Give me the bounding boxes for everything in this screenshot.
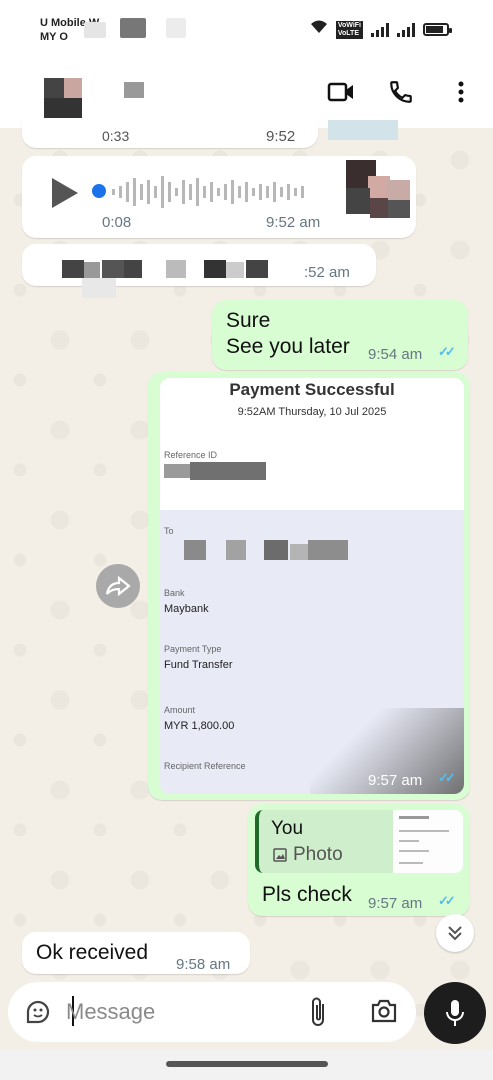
quoted-type: Photo — [293, 844, 343, 865]
bank-label: Bank — [164, 588, 185, 598]
chevron-double-down-icon — [448, 926, 462, 941]
signal-icon — [397, 22, 415, 37]
mic-icon — [446, 1000, 464, 1026]
text-blur — [84, 262, 100, 278]
text-blur — [62, 260, 84, 278]
home-gesture-pill[interactable] — [166, 1061, 328, 1067]
amount-value: MYR 1,800.00 — [164, 720, 235, 732]
read-ticks-icon: ✓✓ — [438, 893, 456, 908]
battery-icon — [423, 23, 452, 36]
wifi-icon — [310, 20, 328, 39]
quoted-author: You — [271, 818, 304, 839]
receipt-datetime: 9:52AM Thursday, 10 Jul 2025 — [237, 406, 387, 418]
video-call-button[interactable] — [325, 76, 357, 108]
message-input[interactable] — [66, 996, 286, 1028]
payment-type-label: Payment Type — [164, 644, 222, 654]
quoted-thumbnail — [393, 810, 463, 873]
recipient-blur — [290, 544, 310, 560]
voice-sender-avatar — [346, 160, 414, 222]
status-blur — [166, 18, 186, 38]
video-camera-icon — [327, 82, 353, 102]
read-ticks-icon: ✓✓ — [438, 344, 456, 359]
to-label: To — [164, 526, 174, 536]
message-text: Pls check — [262, 883, 352, 906]
bank-value: Maybank — [164, 603, 209, 615]
contact-name-blur[interactable] — [124, 82, 144, 98]
message-composer — [8, 982, 416, 1042]
read-ticks-icon: ✓✓ — [438, 770, 456, 785]
text-blur — [166, 260, 186, 278]
reference-label: Reference ID — [164, 450, 218, 460]
more-vertical-icon — [458, 81, 464, 103]
text-blur — [124, 260, 142, 278]
vowifi-badge: VoWiFi VoLTE — [335, 20, 363, 39]
attach-button[interactable] — [308, 996, 330, 1033]
message-time: 9:57 am — [368, 895, 423, 912]
header-actions — [325, 76, 477, 108]
message-time: 9:52 — [266, 128, 296, 145]
message-time: 9:54 am — [368, 346, 423, 363]
text-blur — [226, 262, 244, 278]
message-time: 9:57 am — [368, 772, 423, 789]
message-time: 9:52 am — [266, 214, 321, 231]
recipient-blur — [184, 540, 206, 560]
message-time: :52 am — [304, 264, 350, 281]
amount-label: Amount — [164, 705, 196, 715]
sticker-button[interactable] — [24, 998, 52, 1031]
sticker-icon — [26, 1000, 50, 1024]
message-bubble-partial[interactable]: 0:33 9:52 — [22, 118, 318, 148]
camera-icon — [371, 999, 397, 1023]
text-blur — [82, 278, 116, 298]
avatar-blur — [64, 78, 82, 98]
message-text-line-1: Sure — [226, 309, 271, 332]
forward-button[interactable] — [96, 564, 140, 608]
voice-progress-handle[interactable] — [92, 184, 106, 198]
status-blur — [84, 22, 106, 38]
recipient-blur — [264, 540, 288, 560]
signal-icon — [371, 22, 389, 37]
voice-record-button[interactable] — [424, 982, 486, 1044]
phone-icon — [390, 81, 412, 103]
recipient-blur — [308, 540, 348, 560]
voice-duration: 0:08 — [102, 214, 132, 231]
recipient-blur — [226, 540, 246, 560]
scroll-to-bottom-button[interactable] — [436, 914, 474, 952]
text-blur — [246, 260, 268, 278]
status-blur — [120, 18, 146, 38]
message-bubble-sure[interactable]: Sure See you later 9:54 am ✓✓ — [212, 300, 468, 370]
payment-type-value: Fund Transfer — [164, 659, 233, 671]
paperclip-icon — [312, 997, 324, 1026]
forward-icon — [105, 576, 131, 596]
message-time: 9:58 am — [176, 956, 231, 973]
waveform[interactable] — [112, 174, 312, 210]
message-text: Ok received — [36, 941, 149, 964]
more-options-button[interactable] — [445, 76, 477, 108]
avatar-blur — [44, 98, 82, 118]
status-bar: U Mobile W MY O VoWiFi VoLTE — [0, 0, 493, 56]
reference-blur — [190, 462, 266, 480]
volte-text: VoLTE — [337, 29, 359, 37]
quoted-message[interactable]: You Photo — [255, 810, 463, 873]
message-bubble-redacted[interactable]: :52 am — [22, 244, 376, 298]
message-text-line-2: See you later — [226, 335, 350, 358]
receipt-header: Payment Successful 9:52AM Thursday, 10 J… — [160, 378, 464, 510]
camera-button[interactable] — [370, 998, 398, 1029]
text-blur — [102, 260, 124, 278]
text-blur — [204, 260, 226, 278]
play-icon[interactable] — [50, 176, 80, 210]
photo-icon — [273, 848, 287, 862]
media-blur — [328, 120, 398, 140]
receipt-title: Payment Successful — [229, 380, 395, 399]
partial-text: 0:33 — [102, 128, 130, 144]
vowifi-text: VoWiFi — [337, 21, 361, 29]
status-icons: VoWiFi VoLTE — [310, 20, 452, 39]
message-bubble-incoming[interactable]: Ok received 9:58 am — [22, 932, 250, 974]
recipient-reference-label: Recipient Reference — [164, 761, 246, 771]
payment-receipt-image[interactable]: Payment Successful 9:52AM Thursday, 10 J… — [160, 378, 464, 794]
voice-call-button[interactable] — [385, 76, 417, 108]
avatar[interactable] — [44, 78, 64, 100]
